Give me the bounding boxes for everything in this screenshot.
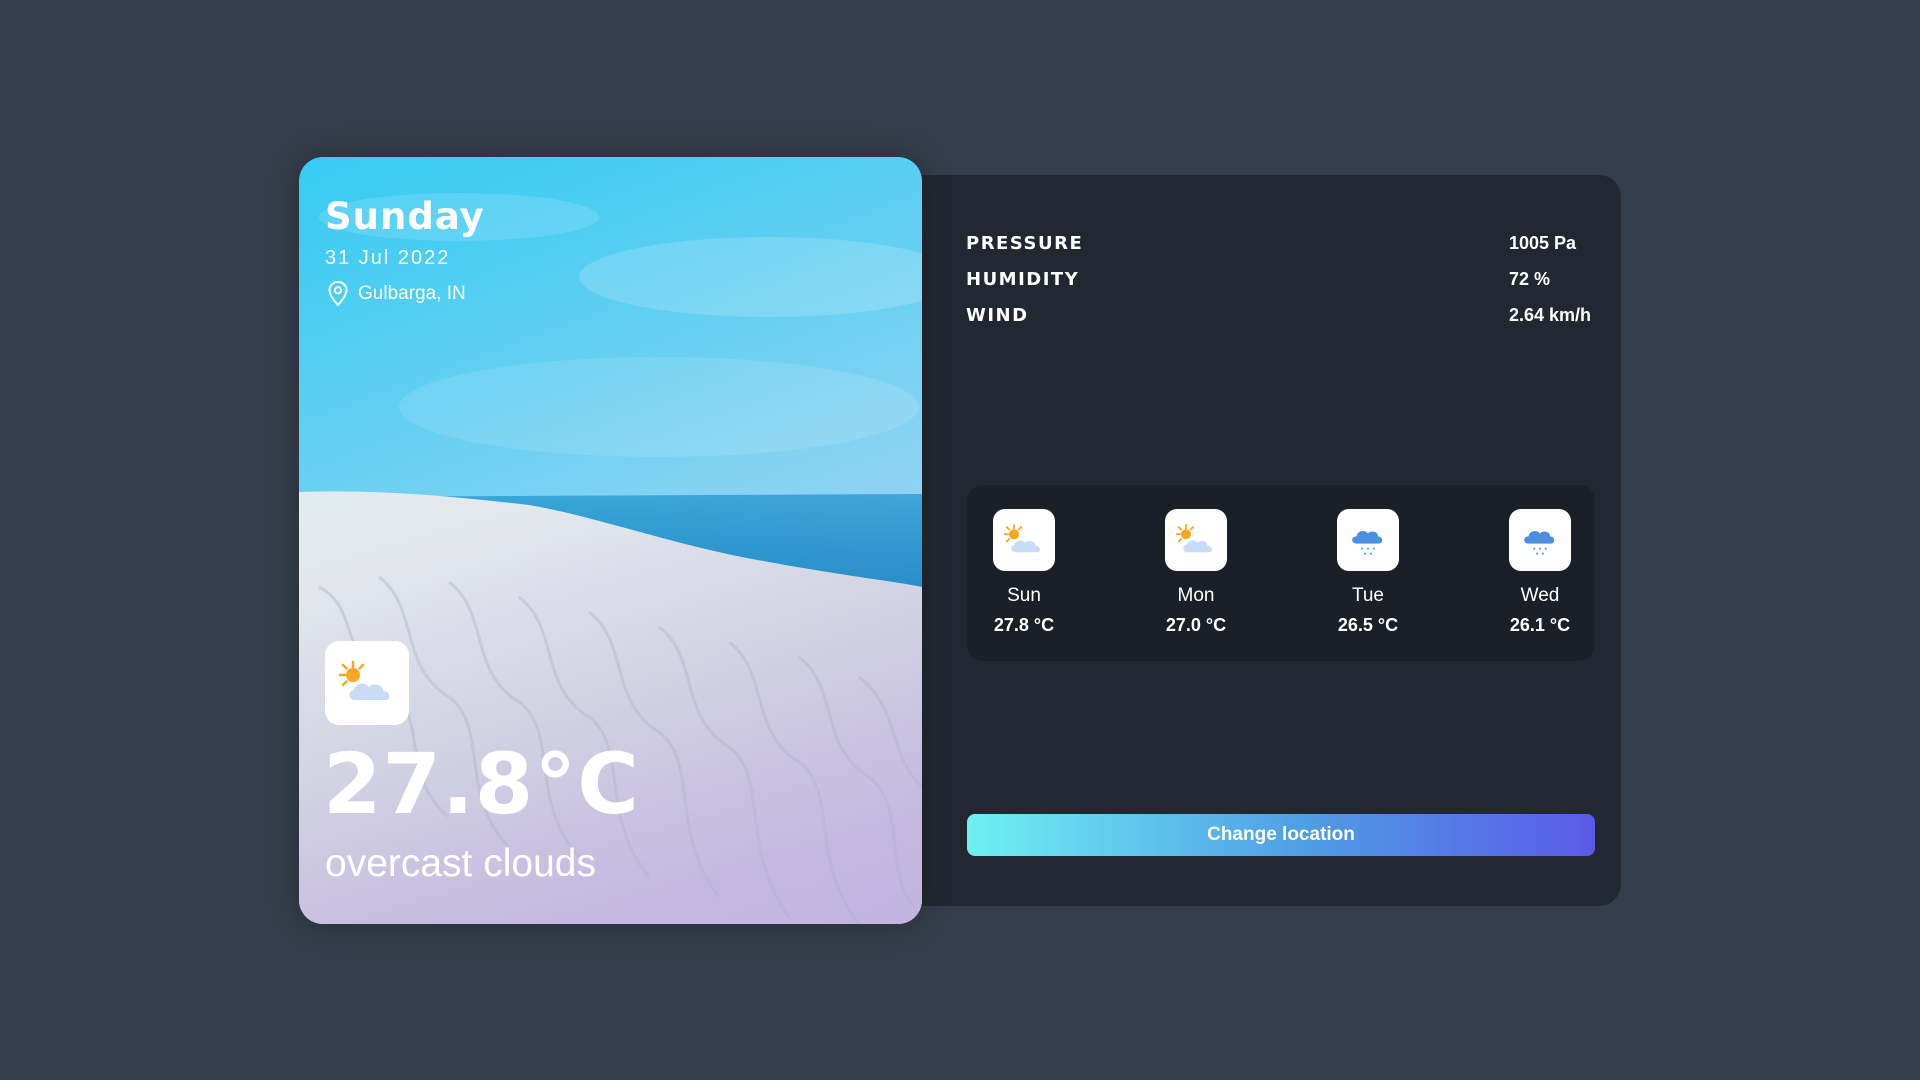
weather-details-panel: PRESSURE 1005 Pa HUMIDITY 72 % WIND 2.64… [900,175,1621,906]
stat-value: 2.64 km/h [1509,304,1592,325]
forecast-icon-tile [1165,509,1227,571]
forecast-temperature: 27.8 °C [993,615,1055,635]
forecast-temperature: 27.0 °C [1165,615,1227,635]
stat-row-wind: WIND 2.64 km/h [966,297,1595,333]
forecast-day-label: Wed [1520,585,1560,606]
partly-cloudy-icon [1175,524,1213,553]
location-label: Gulbarga, IN [358,283,466,304]
stat-value: 1005 Pa [1509,232,1577,253]
forecast-day-sun: Sun 27.8 °C [974,509,1074,636]
current-weather-card: Sunday 31 Jul 2022 Gulbarga, IN 27.8°C o… [299,157,922,924]
current-temperature: 27.8°C [323,735,640,833]
forecast-day-label: Sun [1007,585,1041,606]
stat-label: PRESSURE [966,232,1084,254]
stat-row-humidity: HUMIDITY 72 % [966,261,1595,297]
forecast-day-mon: Mon 27.0 °C [1146,509,1246,636]
current-day: Sunday [325,195,485,238]
partly-cloudy-icon [338,660,390,700]
stat-label: WIND [966,304,1029,326]
forecast-strip: Sun 27.8 °C Mon 27.0 °C Tue 26.5 °C Wed … [967,485,1595,661]
forecast-temperature: 26.5 °C [1337,615,1399,635]
location: Gulbarga, IN [325,280,466,308]
current-weather-icon-tile [325,641,409,725]
stat-row-pressure: PRESSURE 1005 Pa [966,225,1595,261]
stat-label: HUMIDITY [966,268,1080,290]
change-location-button[interactable]: Change location [967,814,1595,856]
rain-cloud-icon [1352,531,1383,555]
forecast-icon-tile [1509,509,1571,571]
forecast-icon-tile [1337,509,1399,571]
weather-app: Sunday 31 Jul 2022 Gulbarga, IN 27.8°C o… [0,0,1920,1080]
stats-list: PRESSURE 1005 Pa HUMIDITY 72 % WIND 2.64… [966,225,1595,333]
forecast-icon-tile [993,509,1055,571]
map-pin-icon [328,280,348,307]
weather-description: overcast clouds [325,842,596,885]
stat-value: 72 % [1509,268,1551,289]
forecast-day-label: Tue [1351,585,1385,606]
rain-cloud-icon [1524,531,1555,555]
forecast-day-label: Mon [1177,585,1215,606]
partly-cloudy-icon [1003,524,1041,553]
forecast-day-wed: Wed 26.1 °C [1490,509,1590,636]
forecast-day-tue: Tue 26.5 °C [1318,509,1418,636]
current-date: 31 Jul 2022 [325,247,451,269]
forecast-temperature: 26.1 °C [1509,615,1571,635]
